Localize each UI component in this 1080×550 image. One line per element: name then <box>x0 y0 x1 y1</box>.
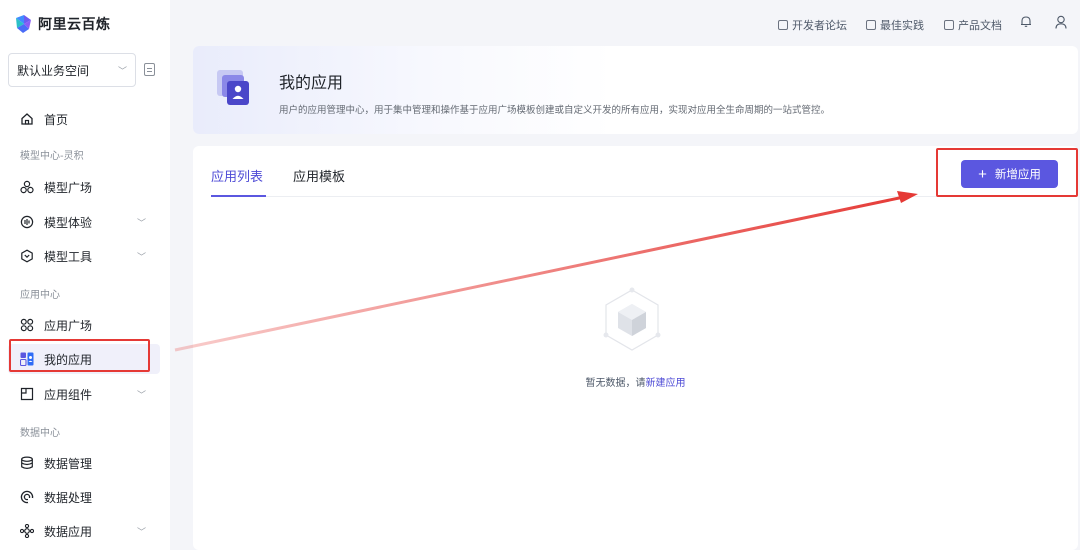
sidebar-item-home[interactable]: 首页 <box>8 104 160 134</box>
empty-state-icon <box>603 287 661 351</box>
best-practice-label: 最佳实践 <box>880 19 924 32</box>
database-icon <box>20 456 34 470</box>
chevron-down-icon: ﹀ <box>136 252 146 263</box>
section-app-center: 应用中心 <box>20 290 60 301</box>
sidebar-item-model-plaza[interactable]: 模型广场 <box>8 172 160 202</box>
tab-divider <box>211 196 1060 197</box>
sidebar-item-label: 模型广场 <box>44 180 93 195</box>
sidebar-item-app-components[interactable]: 应用组件 ﹀ <box>8 379 160 409</box>
user-icon[interactable] <box>1055 15 1067 29</box>
sidebar-item-label: 应用广场 <box>44 318 93 333</box>
developer-forum-link[interactable]: 开发者论坛 <box>778 17 847 33</box>
sidebar: 阿里云百炼 默认业务空间 ﹀ 首页 模型中心-灵积 模型广场 模型体验 ﹀ 模型… <box>0 0 170 550</box>
sidebar-item-data-processing[interactable]: 数据处理 <box>8 482 160 512</box>
home-icon <box>20 112 34 126</box>
experience-icon <box>20 215 34 229</box>
sidebar-item-model-tools[interactable]: 模型工具 ﹀ <box>8 241 160 271</box>
forum-icon <box>778 20 788 30</box>
chevron-down-icon: ﹀ <box>117 66 127 77</box>
sidebar-item-my-apps[interactable]: 我的应用 <box>8 344 160 374</box>
brand-name: 阿里云百炼 <box>38 17 111 33</box>
sidebar-item-label: 应用组件 <box>44 387 93 402</box>
chevron-down-icon: ﹀ <box>136 390 146 401</box>
my-app-header-icon <box>217 70 249 105</box>
bell-icon[interactable] <box>1020 15 1032 28</box>
docs-icon <box>944 20 954 30</box>
plaza-icon <box>20 180 34 194</box>
sidebar-item-label: 模型工具 <box>44 249 93 264</box>
best-practice-link[interactable]: 最佳实践 <box>866 17 924 33</box>
sidebar-item-data-management[interactable]: 数据管理 <box>8 448 160 478</box>
sidebar-item-label: 数据处理 <box>44 490 93 505</box>
workspace-selector[interactable]: 默认业务空间 ﹀ <box>8 53 136 87</box>
component-icon <box>20 387 34 401</box>
sidebar-item-data-apps[interactable]: 数据应用 ﹀ <box>8 516 160 546</box>
brand-logo-icon <box>16 15 31 33</box>
logo[interactable]: 阿里云百炼 <box>14 12 111 36</box>
practice-icon <box>866 20 876 30</box>
new-app-button[interactable]: + 新增应用 <box>961 160 1058 188</box>
processing-icon <box>20 490 34 504</box>
chevron-down-icon: ﹀ <box>136 527 146 538</box>
developer-forum-label: 开发者论坛 <box>792 19 847 32</box>
document-icon[interactable] <box>144 63 155 76</box>
tool-icon <box>20 249 34 263</box>
new-app-label: 新增应用 <box>994 169 1041 181</box>
page-title: 我的应用 <box>279 73 344 92</box>
empty-state-prefix: 暂无数据，请 <box>585 378 646 389</box>
grid-icon <box>20 318 34 332</box>
section-model-center: 模型中心-灵积 <box>20 151 84 162</box>
sidebar-item-label: 模型体验 <box>44 215 93 230</box>
product-docs-link[interactable]: 产品文档 <box>944 17 1002 33</box>
sidebar-item-label: 我的应用 <box>44 352 93 367</box>
sidebar-item-label: 数据应用 <box>44 524 93 539</box>
active-tab-indicator <box>211 195 266 197</box>
sidebar-item-label: 首页 <box>44 112 69 127</box>
create-app-link[interactable]: 新建应用 <box>646 378 686 389</box>
product-docs-label: 产品文档 <box>958 19 1002 32</box>
tab-app-list[interactable]: 应用列表 <box>211 166 263 185</box>
tab-app-templates[interactable]: 应用模板 <box>293 166 345 185</box>
section-data-center: 数据中心 <box>20 428 60 439</box>
workspace-label: 默认业务空间 <box>17 63 90 78</box>
plus-icon: + <box>978 165 987 183</box>
chevron-down-icon: ﹀ <box>136 218 146 229</box>
data-app-icon <box>20 524 34 538</box>
main-panel: 应用列表 应用模板 + 新增应用 暂无数据，请新建应用 <box>193 146 1078 550</box>
empty-state-text: 暂无数据，请新建应用 <box>193 374 1078 389</box>
sidebar-item-app-plaza[interactable]: 应用广场 <box>8 310 160 340</box>
sidebar-item-label: 数据管理 <box>44 456 93 471</box>
my-app-icon <box>20 352 34 366</box>
page-description: 用户的应用管理中心，用于集中管理和操作基于应用广场模板创建或自定义开发的所有应用… <box>279 105 831 116</box>
page-header: 我的应用 用户的应用管理中心，用于集中管理和操作基于应用广场模板创建或自定义开发… <box>193 46 1078 134</box>
sidebar-item-model-experience[interactable]: 模型体验 ﹀ <box>8 207 160 237</box>
